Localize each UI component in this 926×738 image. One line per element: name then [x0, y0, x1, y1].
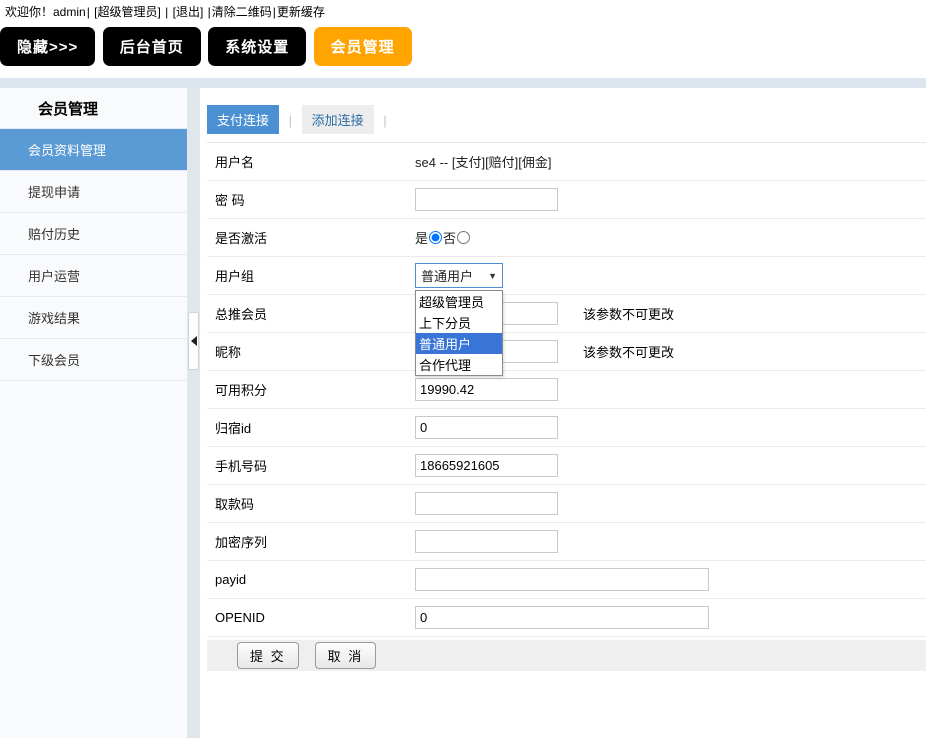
form-row-referrer: 总推会员 该参数不可更改 [207, 295, 926, 333]
activate-no-label: 否 [443, 228, 456, 247]
form-row-points: 可用积分 [207, 371, 926, 409]
form-row-payid: payid [207, 561, 926, 599]
payid-label: payid [207, 572, 415, 587]
tab-add-link[interactable]: 添加连接 [302, 105, 374, 134]
separator: | [87, 5, 90, 19]
sidebar-item-game-results[interactable]: 游戏结果 [0, 297, 187, 339]
clear-qr-link[interactable]: 清除二维码 [212, 5, 272, 19]
sidebar-divider [188, 88, 200, 738]
form-row-encrypt-seq: 加密序列 [207, 523, 926, 561]
tab-pay-link[interactable]: 支付连接 [207, 105, 279, 134]
content-area: 支付连接 | 添加连接 | 用户名 se4 -- [支付][赔付][佣金] 密 … [200, 88, 926, 738]
main-layout: 会员管理 会员资料管理 提现申请 赔付历史 用户运营 游戏结果 下级会员 支付连… [0, 88, 926, 738]
withdraw-code-input[interactable] [415, 492, 558, 515]
tab-separator: | [289, 113, 292, 128]
form-row-activate: 是否激活 是 否 [207, 219, 926, 257]
header-divider-band [0, 78, 926, 88]
tab-separator: | [383, 113, 386, 128]
points-label: 可用积分 [207, 380, 415, 399]
sidebar-item-withdraw-request[interactable]: 提现申请 [0, 171, 187, 213]
form-row-username: 用户名 se4 -- [支付][赔付][佣金] [207, 143, 926, 181]
form-row-phone: 手机号码 [207, 447, 926, 485]
form-row-usergroup: 用户组 普通用户 ▼ 超级管理员 上下分员 普通用户 合作代理 [207, 257, 926, 295]
usergroup-dropdown-list: 超级管理员 上下分员 普通用户 合作代理 [415, 290, 503, 376]
sidebar: 会员管理 会员资料管理 提现申请 赔付历史 用户运营 游戏结果 下级会员 [0, 88, 188, 738]
welcome-bar: 欢迎你！admin| [超级管理员] | [退出] |清除二维码|更新缓存 [0, 0, 926, 18]
form-row-withdraw-code: 取款码 [207, 485, 926, 523]
sidebar-collapse-handle[interactable] [188, 312, 199, 370]
activate-label: 是否激活 [207, 228, 415, 247]
usergroup-select[interactable]: 普通用户 ▼ [415, 263, 503, 288]
form-row-password: 密 码 [207, 181, 926, 219]
welcome-text: 欢迎你！admin [5, 5, 86, 19]
nav-hide-button[interactable]: 隐藏>>> [0, 27, 95, 66]
usergroup-option-updown-clerk[interactable]: 上下分员 [416, 312, 502, 333]
usergroup-option-normal-user[interactable]: 普通用户 [416, 333, 502, 354]
username-value: se4 -- [支付][赔付][佣金] [415, 152, 552, 171]
sidebar-item-payout-history[interactable]: 赔付历史 [0, 213, 187, 255]
usergroup-selected-value: 普通用户 [421, 266, 473, 285]
nickname-label: 昵称 [207, 342, 415, 361]
encrypt-seq-input[interactable] [415, 530, 558, 553]
referrer-label: 总推会员 [207, 304, 415, 323]
nav-member-management-button[interactable]: 会员管理 [314, 27, 412, 66]
sidebar-title: 会员管理 [0, 88, 187, 129]
openid-label: OPENID [207, 610, 415, 625]
openid-input[interactable] [415, 606, 709, 629]
nav-system-settings-button[interactable]: 系统设置 [208, 27, 306, 66]
encrypt-seq-label: 加密序列 [207, 532, 415, 551]
separator: | [165, 5, 168, 19]
form-actions: 提 交 取 消 [207, 640, 926, 671]
form-row-openid: OPENID [207, 599, 926, 637]
phone-input[interactable] [415, 454, 558, 477]
points-input[interactable] [415, 378, 558, 401]
chevron-down-icon: ▼ [488, 271, 497, 281]
activate-yes-radio[interactable] [429, 231, 442, 244]
form-row-nickname: 昵称 该参数不可更改 [207, 333, 926, 371]
form-row-home-id: 归宿id [207, 409, 926, 447]
collapse-arrow-icon [191, 336, 197, 346]
submit-button[interactable]: 提 交 [237, 642, 299, 669]
activate-yes-label: 是 [415, 228, 428, 247]
username-label: 用户名 [207, 152, 415, 171]
home-id-label: 归宿id [207, 418, 415, 437]
nickname-note: 该参数不可更改 [583, 342, 674, 361]
refresh-cache-link[interactable]: 更新缓存 [277, 5, 325, 19]
phone-label: 手机号码 [207, 456, 415, 475]
payid-input[interactable] [415, 568, 709, 591]
role-link[interactable]: [超级管理员] [94, 5, 161, 19]
home-id-input[interactable] [415, 416, 558, 439]
sidebar-item-user-operations[interactable]: 用户运营 [0, 255, 187, 297]
usergroup-option-super-admin[interactable]: 超级管理员 [416, 291, 502, 312]
cancel-button[interactable]: 取 消 [315, 642, 377, 669]
usergroup-option-coop-agent[interactable]: 合作代理 [416, 354, 502, 375]
separator: | [273, 5, 276, 19]
password-input[interactable] [415, 188, 558, 211]
nav-home-button[interactable]: 后台首页 [103, 27, 201, 66]
nav-bar: 隐藏>>> 后台首页 系统设置 会员管理 [0, 18, 926, 78]
sidebar-item-member-profile[interactable]: 会员资料管理 [0, 129, 187, 171]
withdraw-code-label: 取款码 [207, 494, 415, 513]
password-label: 密 码 [207, 190, 415, 209]
logout-link[interactable]: [退出] [173, 5, 204, 19]
sidebar-item-sub-members[interactable]: 下级会员 [0, 339, 187, 381]
usergroup-label: 用户组 [207, 266, 415, 285]
separator: | [208, 5, 211, 19]
activate-no-radio[interactable] [457, 231, 470, 244]
tab-bar: 支付连接 | 添加连接 | [207, 88, 926, 143]
referrer-note: 该参数不可更改 [583, 304, 674, 323]
